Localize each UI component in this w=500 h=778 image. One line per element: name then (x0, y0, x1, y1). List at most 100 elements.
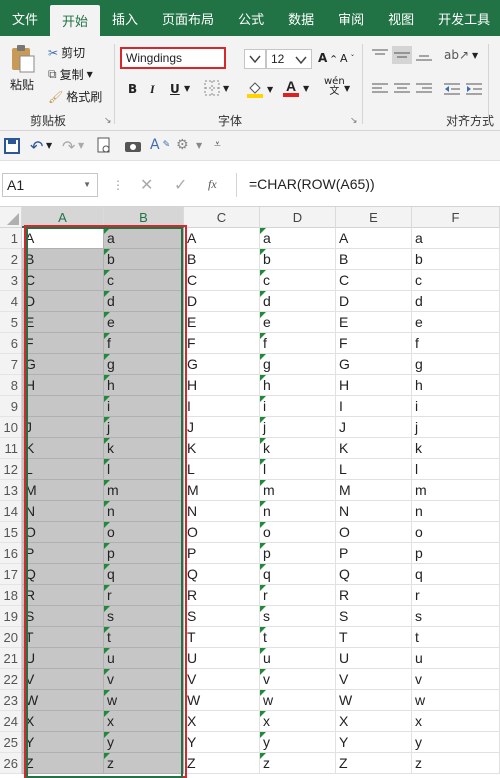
cell-B19[interactable]: s (104, 606, 184, 627)
row-header[interactable]: 20 (0, 627, 22, 648)
cell-F11[interactable]: k (412, 438, 500, 459)
cell-E25[interactable]: Y (336, 732, 412, 753)
cell-F14[interactable]: n (412, 501, 500, 522)
cell-F21[interactable]: u (412, 648, 500, 669)
cell-F8[interactable]: h (412, 375, 500, 396)
row-header[interactable]: 5 (0, 312, 22, 333)
row-header[interactable]: 15 (0, 522, 22, 543)
row-header[interactable]: 7 (0, 354, 22, 375)
cell-F13[interactable]: m (412, 480, 500, 501)
camera-icon[interactable] (124, 139, 142, 153)
cell-B17[interactable]: q (104, 564, 184, 585)
cell-A24[interactable]: X (22, 711, 104, 732)
cell-C13[interactable]: M (184, 480, 260, 501)
tab-8[interactable]: 开发工具 (426, 0, 500, 36)
row-header[interactable]: 9 (0, 396, 22, 417)
align-middle-button[interactable] (392, 46, 412, 64)
cell-E10[interactable]: J (336, 417, 412, 438)
cell-D12[interactable]: l (260, 459, 336, 480)
cell-C3[interactable]: C (184, 270, 260, 291)
cell-B8[interactable]: h (104, 375, 184, 396)
cell-B22[interactable]: v (104, 669, 184, 690)
cell-A11[interactable]: K (22, 438, 104, 459)
cell-D24[interactable]: x (260, 711, 336, 732)
cell-E2[interactable]: B (336, 249, 412, 270)
cell-C23[interactable]: W (184, 690, 260, 711)
cell-E26[interactable]: Z (336, 753, 412, 774)
tab-1[interactable]: 开始 (50, 5, 101, 36)
cell-C21[interactable]: U (184, 648, 260, 669)
chevron-down-icon[interactable]: ▼ (184, 84, 190, 93)
row-header[interactable]: 16 (0, 543, 22, 564)
cell-F24[interactable]: x (412, 711, 500, 732)
bold-button[interactable]: B (128, 82, 137, 96)
column-header-F[interactable]: F (412, 207, 500, 228)
cell-D9[interactable]: i (260, 396, 336, 417)
cell-E5[interactable]: E (336, 312, 412, 333)
cell-F12[interactable]: l (412, 459, 500, 480)
cell-B21[interactable]: u (104, 648, 184, 669)
cell-C6[interactable]: F (184, 333, 260, 354)
cell-A9[interactable]: I (22, 396, 104, 417)
cell-F6[interactable]: f (412, 333, 500, 354)
cell-E18[interactable]: R (336, 585, 412, 606)
tab-5[interactable]: 数据 (276, 0, 326, 36)
cell-C5[interactable]: E (184, 312, 260, 333)
row-header[interactable]: 4 (0, 291, 22, 312)
cell-A22[interactable]: V (22, 669, 104, 690)
align-top-button[interactable] (372, 48, 388, 62)
column-header-B[interactable]: B (104, 207, 184, 228)
cell-C20[interactable]: T (184, 627, 260, 648)
cell-B24[interactable]: x (104, 711, 184, 732)
cell-A2[interactable]: B (22, 249, 104, 270)
cell-C4[interactable]: D (184, 291, 260, 312)
cell-A7[interactable]: G (22, 354, 104, 375)
cell-E20[interactable]: T (336, 627, 412, 648)
cell-A14[interactable]: N (22, 501, 104, 522)
tab-7[interactable]: 视图 (376, 0, 426, 36)
cell-F2[interactable]: b (412, 249, 500, 270)
row-header[interactable]: 22 (0, 669, 22, 690)
cell-D20[interactable]: t (260, 627, 336, 648)
row-header[interactable]: 10 (0, 417, 22, 438)
row-header[interactable]: 13 (0, 480, 22, 501)
cancel-icon[interactable]: ✕ (140, 175, 153, 194)
cell-C16[interactable]: P (184, 543, 260, 564)
tab-0[interactable]: 文件 (0, 0, 50, 36)
cell-E4[interactable]: D (336, 291, 412, 312)
cell-D14[interactable]: n (260, 501, 336, 522)
cell-D4[interactable]: d (260, 291, 336, 312)
cell-F19[interactable]: s (412, 606, 500, 627)
chevron-down-icon[interactable]: ▼ (196, 141, 202, 150)
cell-D2[interactable]: b (260, 249, 336, 270)
row-header[interactable]: 6 (0, 333, 22, 354)
underline-button[interactable]: U (170, 82, 180, 96)
cell-F18[interactable]: r (412, 585, 500, 606)
tab-6[interactable]: 审阅 (326, 0, 376, 36)
cell-D18[interactable]: r (260, 585, 336, 606)
cell-A16[interactable]: P (22, 543, 104, 564)
cell-A10[interactable]: J (22, 417, 104, 438)
cell-E13[interactable]: M (336, 480, 412, 501)
row-header[interactable]: 2 (0, 249, 22, 270)
row-header[interactable]: 11 (0, 438, 22, 459)
cell-A5[interactable]: E (22, 312, 104, 333)
cell-E23[interactable]: W (336, 690, 412, 711)
formula-input[interactable]: =CHAR(ROW(A65)) (236, 173, 500, 197)
cell-B10[interactable]: j (104, 417, 184, 438)
cell-D7[interactable]: g (260, 354, 336, 375)
row-header[interactable]: 14 (0, 501, 22, 522)
dialog-launcher-icon[interactable]: ↘ (104, 116, 112, 126)
cell-E14[interactable]: N (336, 501, 412, 522)
cell-C22[interactable]: V (184, 669, 260, 690)
print-preview-icon[interactable] (96, 137, 112, 155)
row-header[interactable]: 3 (0, 270, 22, 291)
undo-icon[interactable]: ↶ (30, 137, 43, 156)
cell-D3[interactable]: c (260, 270, 336, 291)
cell-D13[interactable]: m (260, 480, 336, 501)
align-right-button[interactable] (416, 82, 432, 96)
cell-C11[interactable]: K (184, 438, 260, 459)
cut-button[interactable]: ✂ 剪切 (48, 44, 85, 61)
cell-F20[interactable]: t (412, 627, 500, 648)
font-color-button[interactable]: A ▼ (282, 78, 309, 98)
